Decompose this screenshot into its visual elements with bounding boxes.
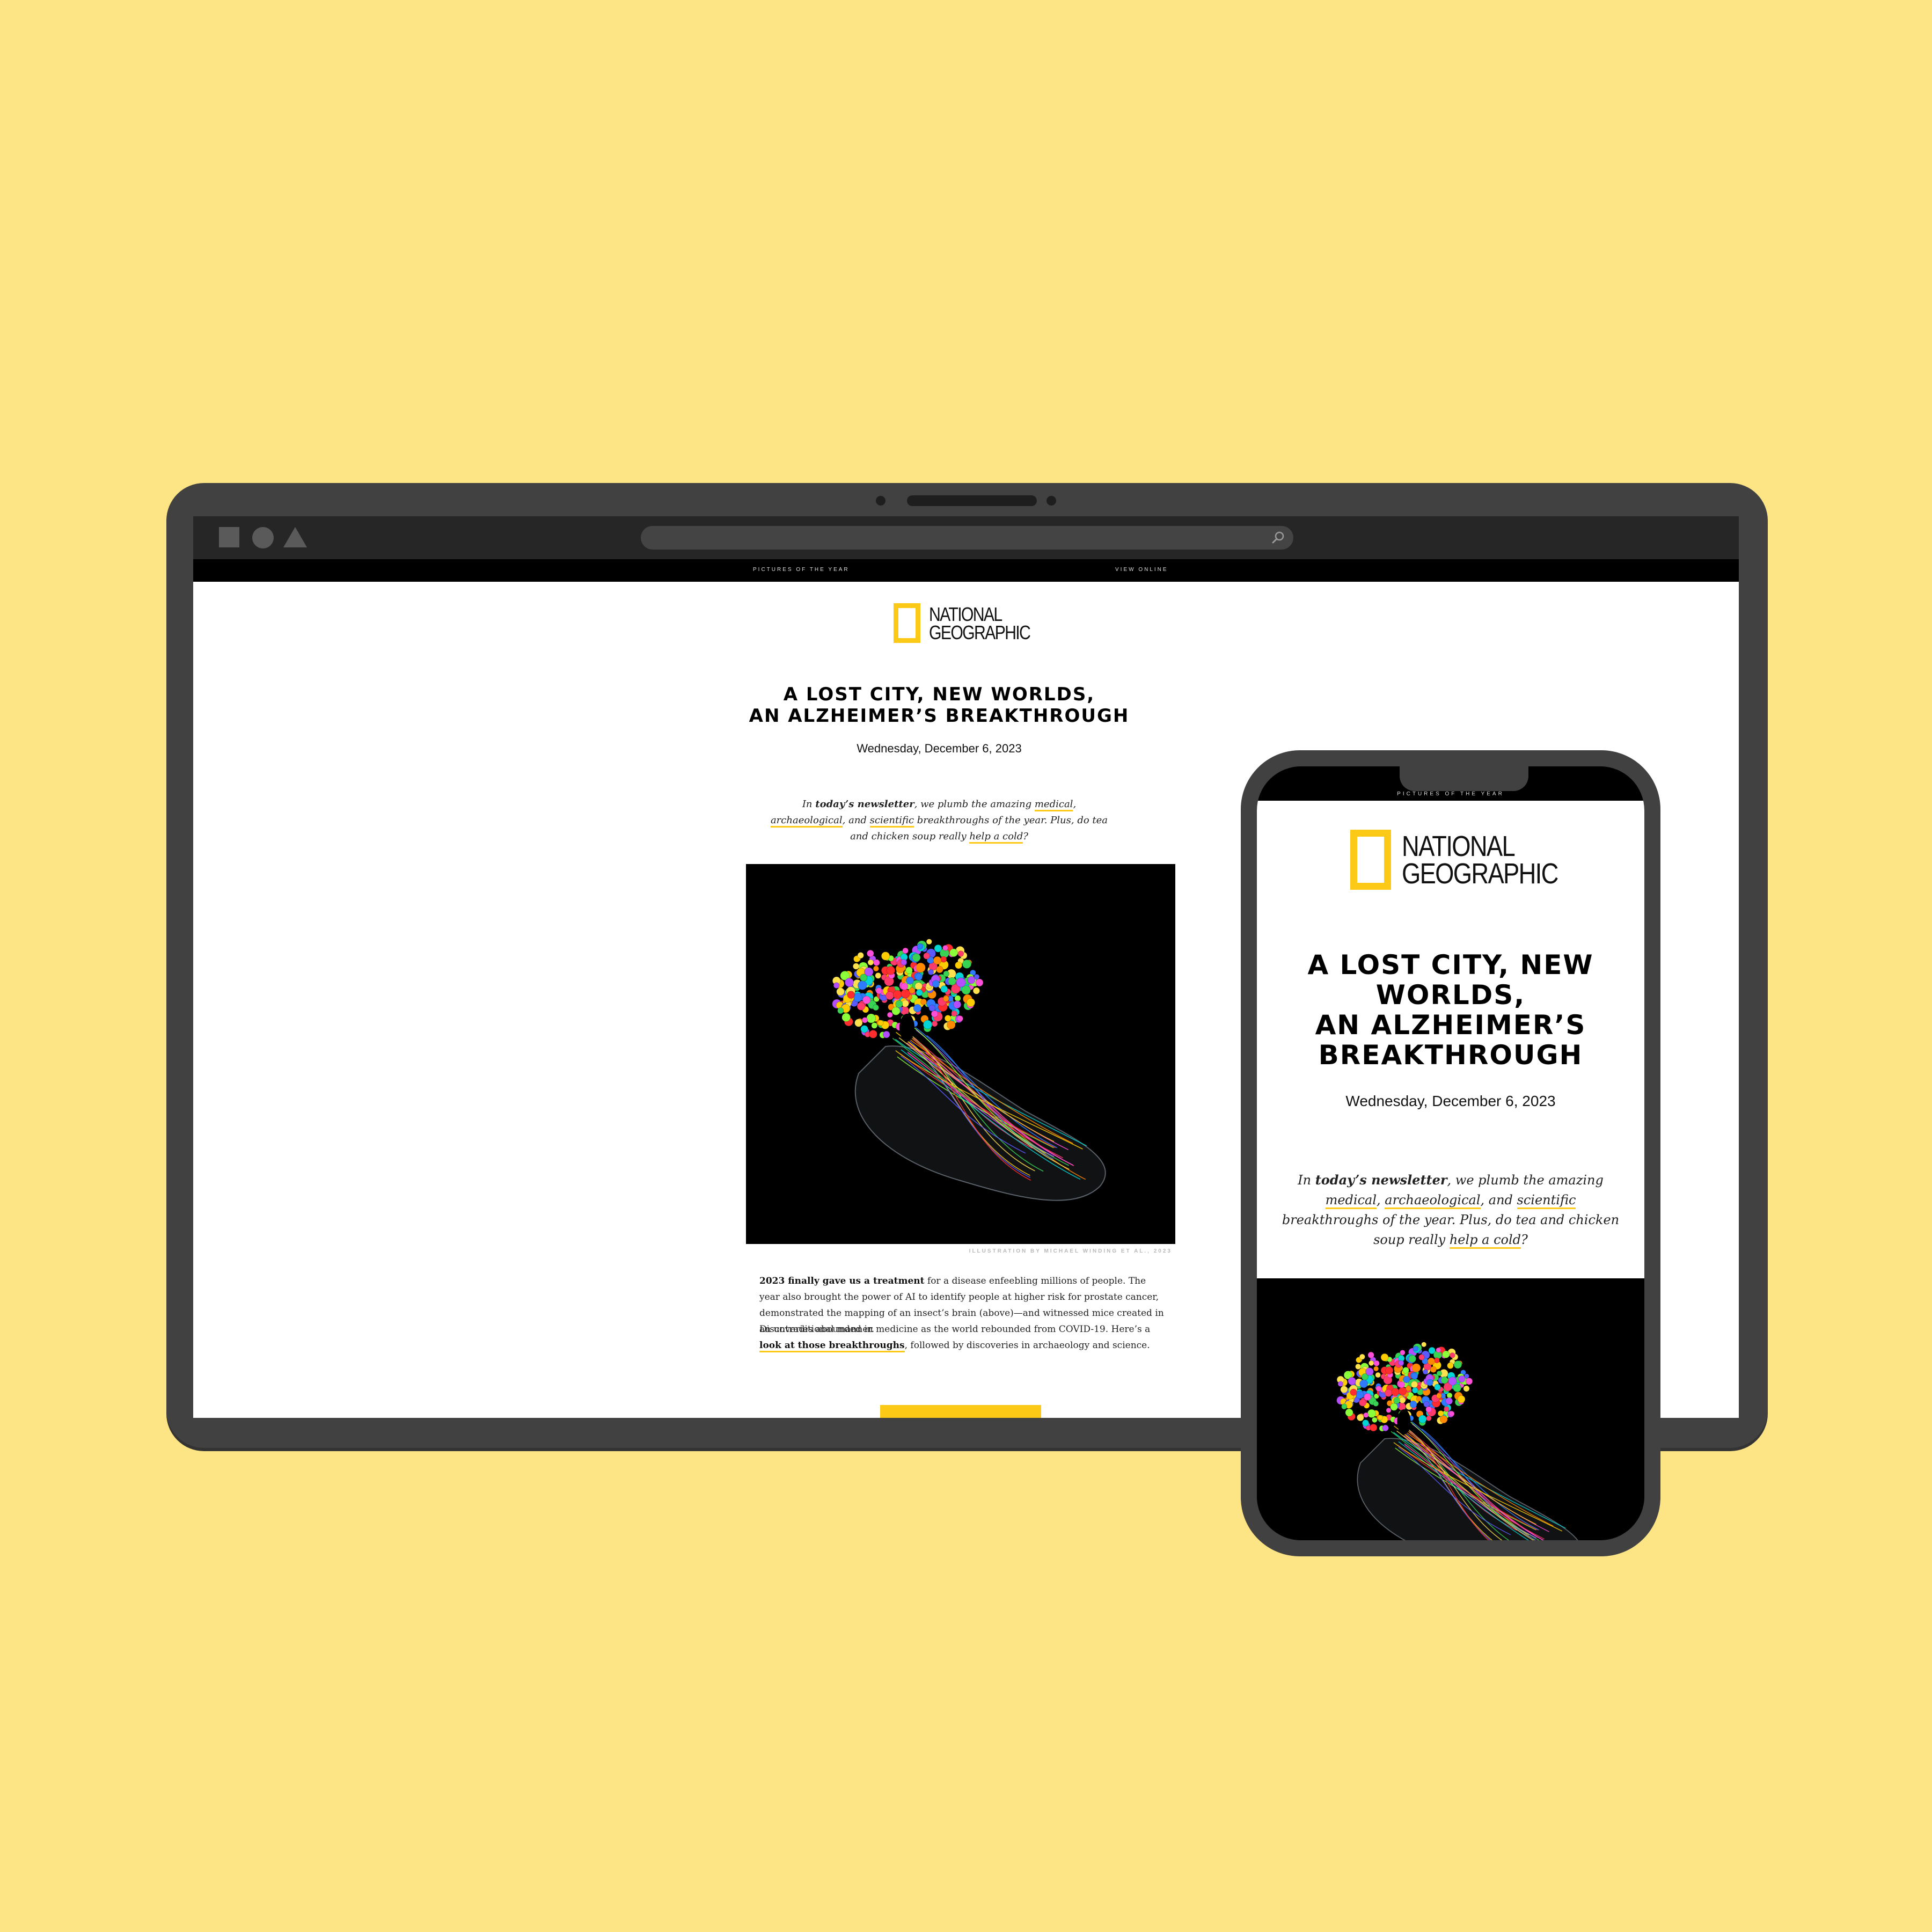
issue-date: Wednesday, December 6, 2023 <box>1345 1093 1556 1109</box>
circle-icon[interactable] <box>252 527 274 548</box>
link-scientific[interactable]: scientific <box>869 815 914 828</box>
body1-lead: 2023 finally gave us a treatment <box>759 1276 925 1286</box>
logo-yellow-frame <box>894 603 920 643</box>
link-help-a-cold[interactable]: help a cold <box>969 831 1023 844</box>
phone-notch <box>1400 766 1528 791</box>
link-medical[interactable]: medical <box>1034 799 1073 811</box>
url-bar[interactable] <box>641 526 1293 550</box>
intro-paragraph: In today’s newsletter, we plumb the amaz… <box>1278 1170 1623 1250</box>
headline-line-2: AN ALZHEIMER’S BREAKTHROUGH <box>749 705 1130 727</box>
link-look-at-breakthroughs[interactable]: look at those breakthroughs <box>759 1340 905 1352</box>
logo-line-2: GEOGRAPHIC <box>929 621 1031 644</box>
link-help-a-cold[interactable]: help a cold <box>1449 1232 1521 1249</box>
browser-chrome <box>193 516 1739 559</box>
link-archaeological[interactable]: archaeological <box>770 815 843 828</box>
phone-device-frame: PICTURES OF THE YEAR NATIONAL GEOGRAPHIC… <box>1241 750 1660 1556</box>
logo-yellow-frame <box>1350 830 1391 890</box>
camera-dot <box>1046 496 1056 506</box>
email-top-nav: PICTURES OF THE YEAR VIEW ONLINE <box>193 559 1739 582</box>
phone-screen: PICTURES OF THE YEAR NATIONAL GEOGRAPHIC… <box>1257 766 1644 1540</box>
square-icon[interactable] <box>219 527 239 547</box>
headline-line-2: WORLDS, <box>1375 979 1526 1011</box>
headline-line-4: BREAKTHROUGH <box>1318 1040 1583 1071</box>
intro-bold: today’s newsletter <box>815 799 914 810</box>
link-scientific[interactable]: scientific <box>1517 1192 1576 1209</box>
logo-line-1: NATIONAL <box>1402 830 1516 862</box>
phone-top-nav[interactable]: PICTURES OF THE YEAR <box>1257 791 1644 797</box>
search-icon[interactable] <box>1271 530 1286 545</box>
headline: A LOST CITY, NEW WORLDS, AN ALZHEIMER’S … <box>730 684 1148 727</box>
headline: A LOST CITY, NEW WORLDS, AN ALZHEIMER’S … <box>1278 950 1623 1070</box>
headline-line-1: A LOST CITY, NEW WORLDS, <box>783 684 1095 705</box>
brain-illustration-art <box>1336 1342 1578 1540</box>
link-medical[interactable]: medical <box>1325 1192 1377 1209</box>
triangle-icon[interactable] <box>283 527 307 547</box>
headline-line-1: A LOST CITY, NEW <box>1307 949 1594 980</box>
issue-date: Wednesday, December 6, 2023 <box>857 742 1022 755</box>
cta-button[interactable] <box>880 1405 1041 1418</box>
logo-line-2: GEOGRAPHIC <box>1402 858 1558 890</box>
nav-link-view-online[interactable]: VIEW ONLINE <box>1115 567 1168 573</box>
headline-line-3: AN ALZHEIMER’S <box>1315 1009 1586 1041</box>
body-paragraph-2: Discoveries abounded in medicine as the … <box>759 1321 1167 1353</box>
image-credit: ILLUSTRATION BY MICHAEL WINDING ET AL., … <box>969 1248 1172 1254</box>
camera-bar <box>907 495 1037 506</box>
link-archaeological[interactable]: archaeological <box>1385 1192 1481 1209</box>
camera-dot <box>876 496 885 506</box>
intro-paragraph: In today’s newsletter, we plumb the amaz… <box>765 796 1114 845</box>
intro-bold: today’s newsletter <box>1315 1172 1447 1188</box>
logo-line-1: NATIONAL <box>929 603 1002 625</box>
nav-link-pictures-of-the-year[interactable]: PICTURES OF THE YEAR <box>753 567 850 573</box>
insect-brain-illustration[interactable] <box>746 864 1175 1244</box>
insect-brain-illustration[interactable] <box>1257 1278 1644 1540</box>
brain-illustration-art <box>832 939 1106 1201</box>
